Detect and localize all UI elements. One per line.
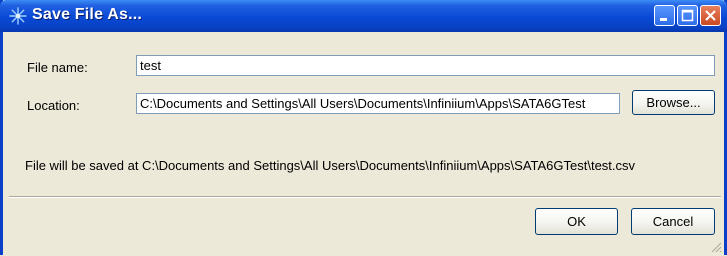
divider (9, 196, 721, 198)
save-path-info: File will be saved at C:\Documents and S… (25, 158, 636, 173)
dialog-title: Save File As... (32, 6, 143, 23)
cancel-button[interactable]: Cancel (631, 208, 715, 235)
browse-button[interactable]: Browse... (632, 90, 715, 115)
title-bar[interactable]: Save File As... (0, 0, 727, 32)
minimize-icon (660, 18, 667, 21)
resize-grip-icon[interactable] (710, 241, 722, 253)
file-name-label: File name: (27, 60, 88, 75)
close-button[interactable] (700, 5, 721, 26)
location-input[interactable]: C:\Documents and Settings\All Users\Docu… (136, 93, 620, 114)
maximize-icon (681, 9, 694, 22)
maximize-button[interactable] (677, 5, 698, 26)
location-label: Location: (27, 98, 80, 113)
agilent-spark-icon (9, 7, 27, 25)
save-file-dialog: Save File As... File name: test Location… (0, 0, 727, 255)
file-name-input[interactable]: test (136, 55, 715, 76)
ok-button[interactable]: OK (535, 208, 618, 235)
minimize-button[interactable] (654, 5, 675, 26)
close-icon (705, 10, 716, 21)
